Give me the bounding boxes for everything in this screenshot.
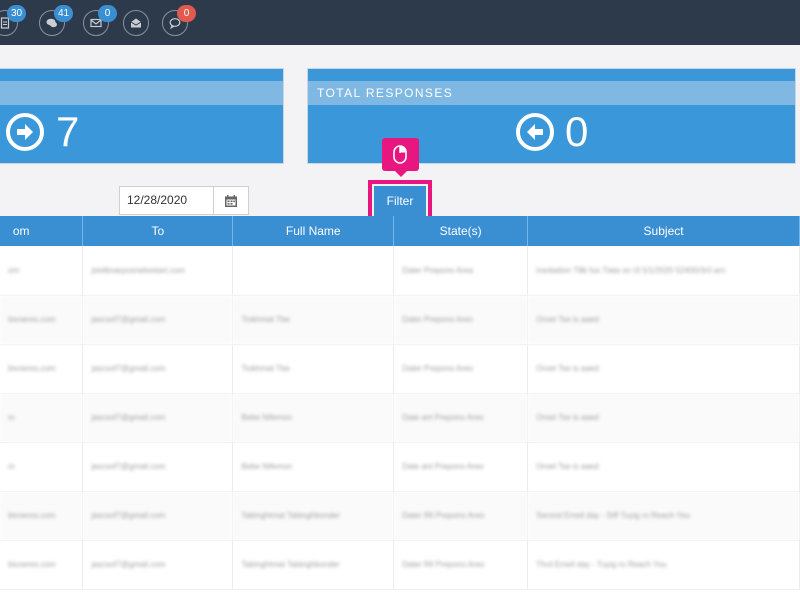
table-cell: jascsof7@gmail.com (82, 491, 234, 541)
arrow-left-circle-icon (516, 113, 554, 151)
table-cell: Dater Prepono Areo (393, 344, 529, 394)
table-cell: Oroet Tse is aaed (527, 344, 800, 394)
table-row[interactable]: bivoeres.com jascsof7@gmail.com Tiokhmat T… (0, 344, 800, 394)
table-row[interactable]: bivoeres.com jascsof7@gmail.com Tiokhmat T… (0, 295, 800, 345)
table-cell: Tabinghtmat Tabinghbonder (232, 491, 395, 541)
table-cell: m (0, 393, 84, 443)
notification-document-button[interactable]: 30 (0, 5, 27, 36)
arrow-right-circle-icon (6, 113, 44, 151)
notification-badge: 0 (177, 5, 196, 22)
stat-card-value: 0 (565, 108, 589, 155)
table-cell: Dater Rll Prepono Areo (393, 540, 529, 590)
notification-comment-button[interactable]: 0 (162, 5, 196, 36)
stat-card-header (0, 81, 283, 105)
table-cell: om (0, 246, 84, 296)
table-cell: Dater Prepono Area (393, 246, 529, 296)
table-cell: bivoeres.com (0, 540, 84, 590)
filter-button[interactable]: Filter (374, 186, 426, 216)
table-row[interactable]: m jascsof7@gmail.com Bebe Nifemon Date ant … (0, 393, 800, 443)
date-input[interactable]: 12/28/2020 (119, 186, 214, 215)
notification-inbox-button[interactable] (123, 10, 149, 36)
table-cell: jstelboarposnekestart.com (82, 246, 234, 296)
table-row[interactable]: om jstelboarposnekestart.com Dater Prepono… (0, 246, 800, 296)
mouse-icon (393, 145, 407, 164)
stat-card-left: 7 (0, 68, 284, 164)
table-cell: bivoeres.com (0, 295, 84, 345)
table-cell: Bebe Nifemon (232, 393, 395, 443)
stat-card-value: 7 (56, 108, 80, 155)
table-cell: jascsof7@gmail.com (82, 540, 234, 590)
column-header-from[interactable]: om (0, 216, 84, 246)
table-row[interactable]: bivoeres.com jascsof7@gmail.com Tabinghtma… (0, 540, 800, 590)
table-cell: bivoeres.com (0, 344, 84, 394)
table-cell: Dater Rll Prepono Areo (393, 491, 529, 541)
table-cell: jascsof7@gmail.com (82, 393, 234, 443)
table-cell: Dater Prepono Areo (393, 295, 529, 345)
table-row[interactable]: bivoeres.com jascsof7@gmail.com Tabinghtma… (0, 491, 800, 541)
table-cell: Oroet Tse is aaed (527, 295, 800, 345)
stat-card-title: TOTAL RESPONSES (308, 81, 795, 105)
column-header-full-name[interactable]: Full Name (232, 216, 395, 246)
table-row[interactable]: m jascsof7@gmail.com Bebe Nifemon Date ant … (0, 442, 800, 492)
table-cell: Thrd Emeil day - Tuyig ro Reach You (527, 540, 800, 590)
notification-badge: 0 (98, 5, 117, 22)
table-cell: bivoeres.com (0, 491, 84, 541)
table-cell: Oroet Tse is aaed (527, 393, 800, 443)
table-cell (232, 246, 395, 296)
table-cell: Tiokhmat Tbe (232, 344, 395, 394)
notification-mail-button[interactable]: 0 (83, 5, 117, 36)
messages-table: om To Full Name State(s) Subject om jstel… (0, 216, 800, 600)
open-envelope-icon (130, 18, 142, 28)
click-indicator (382, 138, 419, 177)
column-header-subject[interactable]: Subject (527, 216, 800, 246)
column-header-to[interactable]: To (82, 216, 234, 246)
notification-chat-button[interactable]: 41 (39, 5, 74, 36)
notification-badge: 30 (7, 5, 27, 22)
stat-card-body: 7 (0, 105, 283, 165)
calendar-button[interactable] (213, 186, 249, 215)
table-header-row: om To Full Name State(s) Subject (0, 216, 800, 246)
table-cell: Bebe Nifemon (232, 442, 395, 492)
column-header-states[interactable]: State(s) (393, 216, 529, 246)
table-cell: Date ant Prepono Areo (393, 442, 529, 492)
table-cell: Serond Emeil day - Stff Tuyig ro Reach Y… (527, 491, 800, 541)
table-cell: m (0, 442, 84, 492)
table-cell: Date ant Prepono Areo (393, 393, 529, 443)
calendar-icon (225, 195, 237, 207)
table-cell: jascsof7@gmail.com (82, 442, 234, 492)
table-cell: jascsof7@gmail.com (82, 344, 234, 394)
table-cell: Tabinghtmat Tabinghbonder (232, 540, 395, 590)
table-cell: jascsof7@gmail.com (82, 295, 234, 345)
table-cell: Oroet Tse is aaed (527, 442, 800, 492)
table-cell: Tiokhmat Tbe (232, 295, 395, 345)
notification-badge: 41 (54, 5, 74, 22)
stat-card-total-responses: TOTAL RESPONSES 0 (307, 68, 796, 164)
table-cell: Iravbation T8b fus Tlata on t3 5/1/2020 … (527, 246, 800, 296)
top-navbar: 30 41 0 0 (0, 0, 800, 45)
